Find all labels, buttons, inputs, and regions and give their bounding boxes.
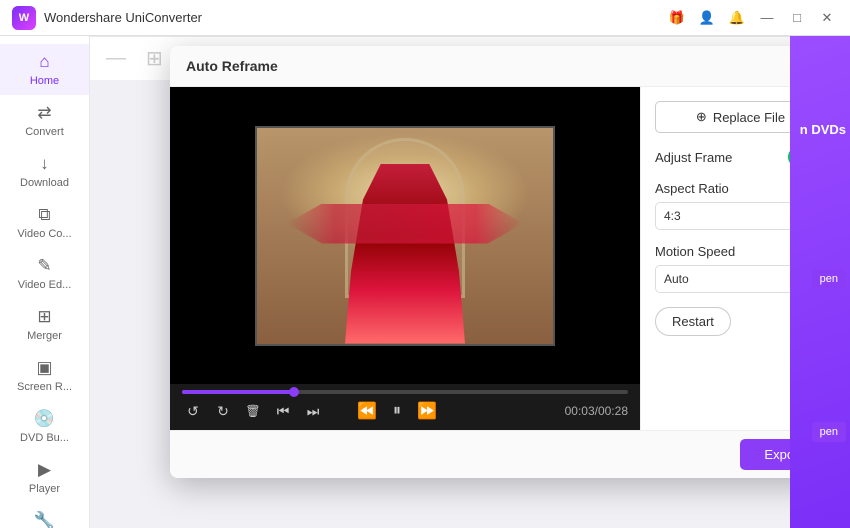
minimize-button[interactable]: — [756,7,778,29]
app-logo: W [12,6,36,30]
skip-back-button[interactable]: ⏪ [356,400,378,422]
promo-dvd-text: n DVDs [800,122,846,137]
replace-icon: ⊕ [696,109,707,125]
sidebar-item-label: Player [29,483,60,495]
sidebar-item-video-edit[interactable]: ✎ Video Ed... [0,248,89,299]
modal-footer: Export [170,430,840,478]
delete-button[interactable]: 🗑 [242,400,264,422]
sidebar-item-merger[interactable]: ⊞ Merger [0,299,89,350]
download-icon: ↓ [40,154,49,174]
video-section: ↺ ↻ 🗑 ⏮ ⏭ ⏪ ⏸ ⏩ 00:03/00:28 [170,87,640,430]
promo-open-button-2[interactable]: pen [812,422,846,442]
convert-icon: ⇄ [37,103,51,123]
redo-button[interactable]: ↻ [212,400,234,422]
app-title: Wondershare UniConverter [44,10,666,25]
controls-row: ↺ ↻ 🗑 ⏮ ⏭ ⏪ ⏸ ⏩ 00:03/00:28 [182,398,628,424]
promo-panel: n DVDs pen pen [790,36,850,528]
play-pause-button[interactable]: ⏸ [386,400,408,422]
sidebar-item-label: Video Co... [17,228,71,240]
sidebar-item-screen-record[interactable]: ▣ Screen R... [0,350,89,401]
compress-icon: ⧉ [38,205,50,225]
bottom-bar-icon-1: — [106,47,126,70]
adjust-frame-label: Adjust Frame [655,150,732,165]
player-icon: ▶ [38,460,51,480]
time-display: 00:03/00:28 [565,404,628,418]
window-controls: 🎁 👤 🔔 — □ ✕ [666,7,838,29]
screen-record-icon: ▣ [36,358,52,378]
video-preview-area [170,87,640,384]
sidebar-item-player[interactable]: ▶ Player [0,452,89,503]
edit-icon: ✎ [37,256,51,276]
progress-fill [182,390,294,394]
sidebar-item-convert[interactable]: ⇄ Convert [0,95,89,146]
sidebar-item-label: Download [20,177,69,189]
sidebar-item-label: DVD Bu... [20,432,69,444]
bottom-bar-icon-2: ⊞ [146,46,163,71]
sidebar-item-label: Video Ed... [18,279,72,291]
sidebar-item-download[interactable]: ↓ Download [0,146,89,197]
sidebar-item-label: Convert [25,126,64,138]
video-frame [255,126,555,346]
dvd-icon: 💿 [34,409,55,429]
modal-header: Auto Reframe ✕ [170,46,840,87]
notification-icon[interactable]: 🔔 [726,7,748,29]
modal-body: ↺ ↻ 🗑 ⏮ ⏭ ⏪ ⏸ ⏩ 00:03/00:28 [170,87,840,430]
sidebar-item-label: Merger [27,330,62,342]
restart-button[interactable]: Restart [655,307,731,336]
promo-open-button-1[interactable]: pen [812,269,846,289]
skip-forward-button[interactable]: ⏩ [416,400,438,422]
sidebar-item-toolbox[interactable]: 🔧 Toolbox [0,503,89,528]
toolbox-icon: 🔧 [34,511,55,528]
modal-title: Auto Reframe [186,58,278,74]
sidebar: ⌂ Home ⇄ Convert ↓ Download ⧉ Video Co..… [0,36,90,528]
auto-reframe-modal: Auto Reframe ✕ [170,46,840,478]
replace-file-label: Replace File [713,110,785,125]
user-icon[interactable]: 👤 [696,7,718,29]
main-layout: ⌂ Home ⇄ Convert ↓ Download ⧉ Video Co..… [0,36,850,528]
merger-icon: ⊞ [37,307,51,327]
sidebar-item-dvd[interactable]: 💿 DVD Bu... [0,401,89,452]
prev-frame-button[interactable]: ⏮ [272,400,294,422]
title-bar: W Wondershare UniConverter 🎁 👤 🔔 — □ ✕ [0,0,850,36]
content-area: n DVDs pen pen Auto Reframe ✕ [90,36,850,528]
sidebar-item-video-compress[interactable]: ⧉ Video Co... [0,197,89,248]
sidebar-item-home[interactable]: ⌂ Home [0,44,89,95]
sidebar-item-label: Screen R... [17,381,72,393]
dancer-arms [287,204,524,244]
undo-button[interactable]: ↺ [182,400,204,422]
progress-handle[interactable] [289,387,299,397]
home-icon: ⌂ [39,52,49,72]
progress-bar[interactable] [182,390,628,394]
maximize-button[interactable]: □ [786,7,808,29]
next-frame-button[interactable]: ⏭ [302,400,324,422]
video-controls: ↺ ↻ 🗑 ⏮ ⏭ ⏪ ⏸ ⏩ 00:03/00:28 [170,384,640,430]
gift-icon[interactable]: 🎁 [666,7,688,29]
sidebar-item-label: Home [30,75,59,87]
close-button[interactable]: ✕ [816,7,838,29]
